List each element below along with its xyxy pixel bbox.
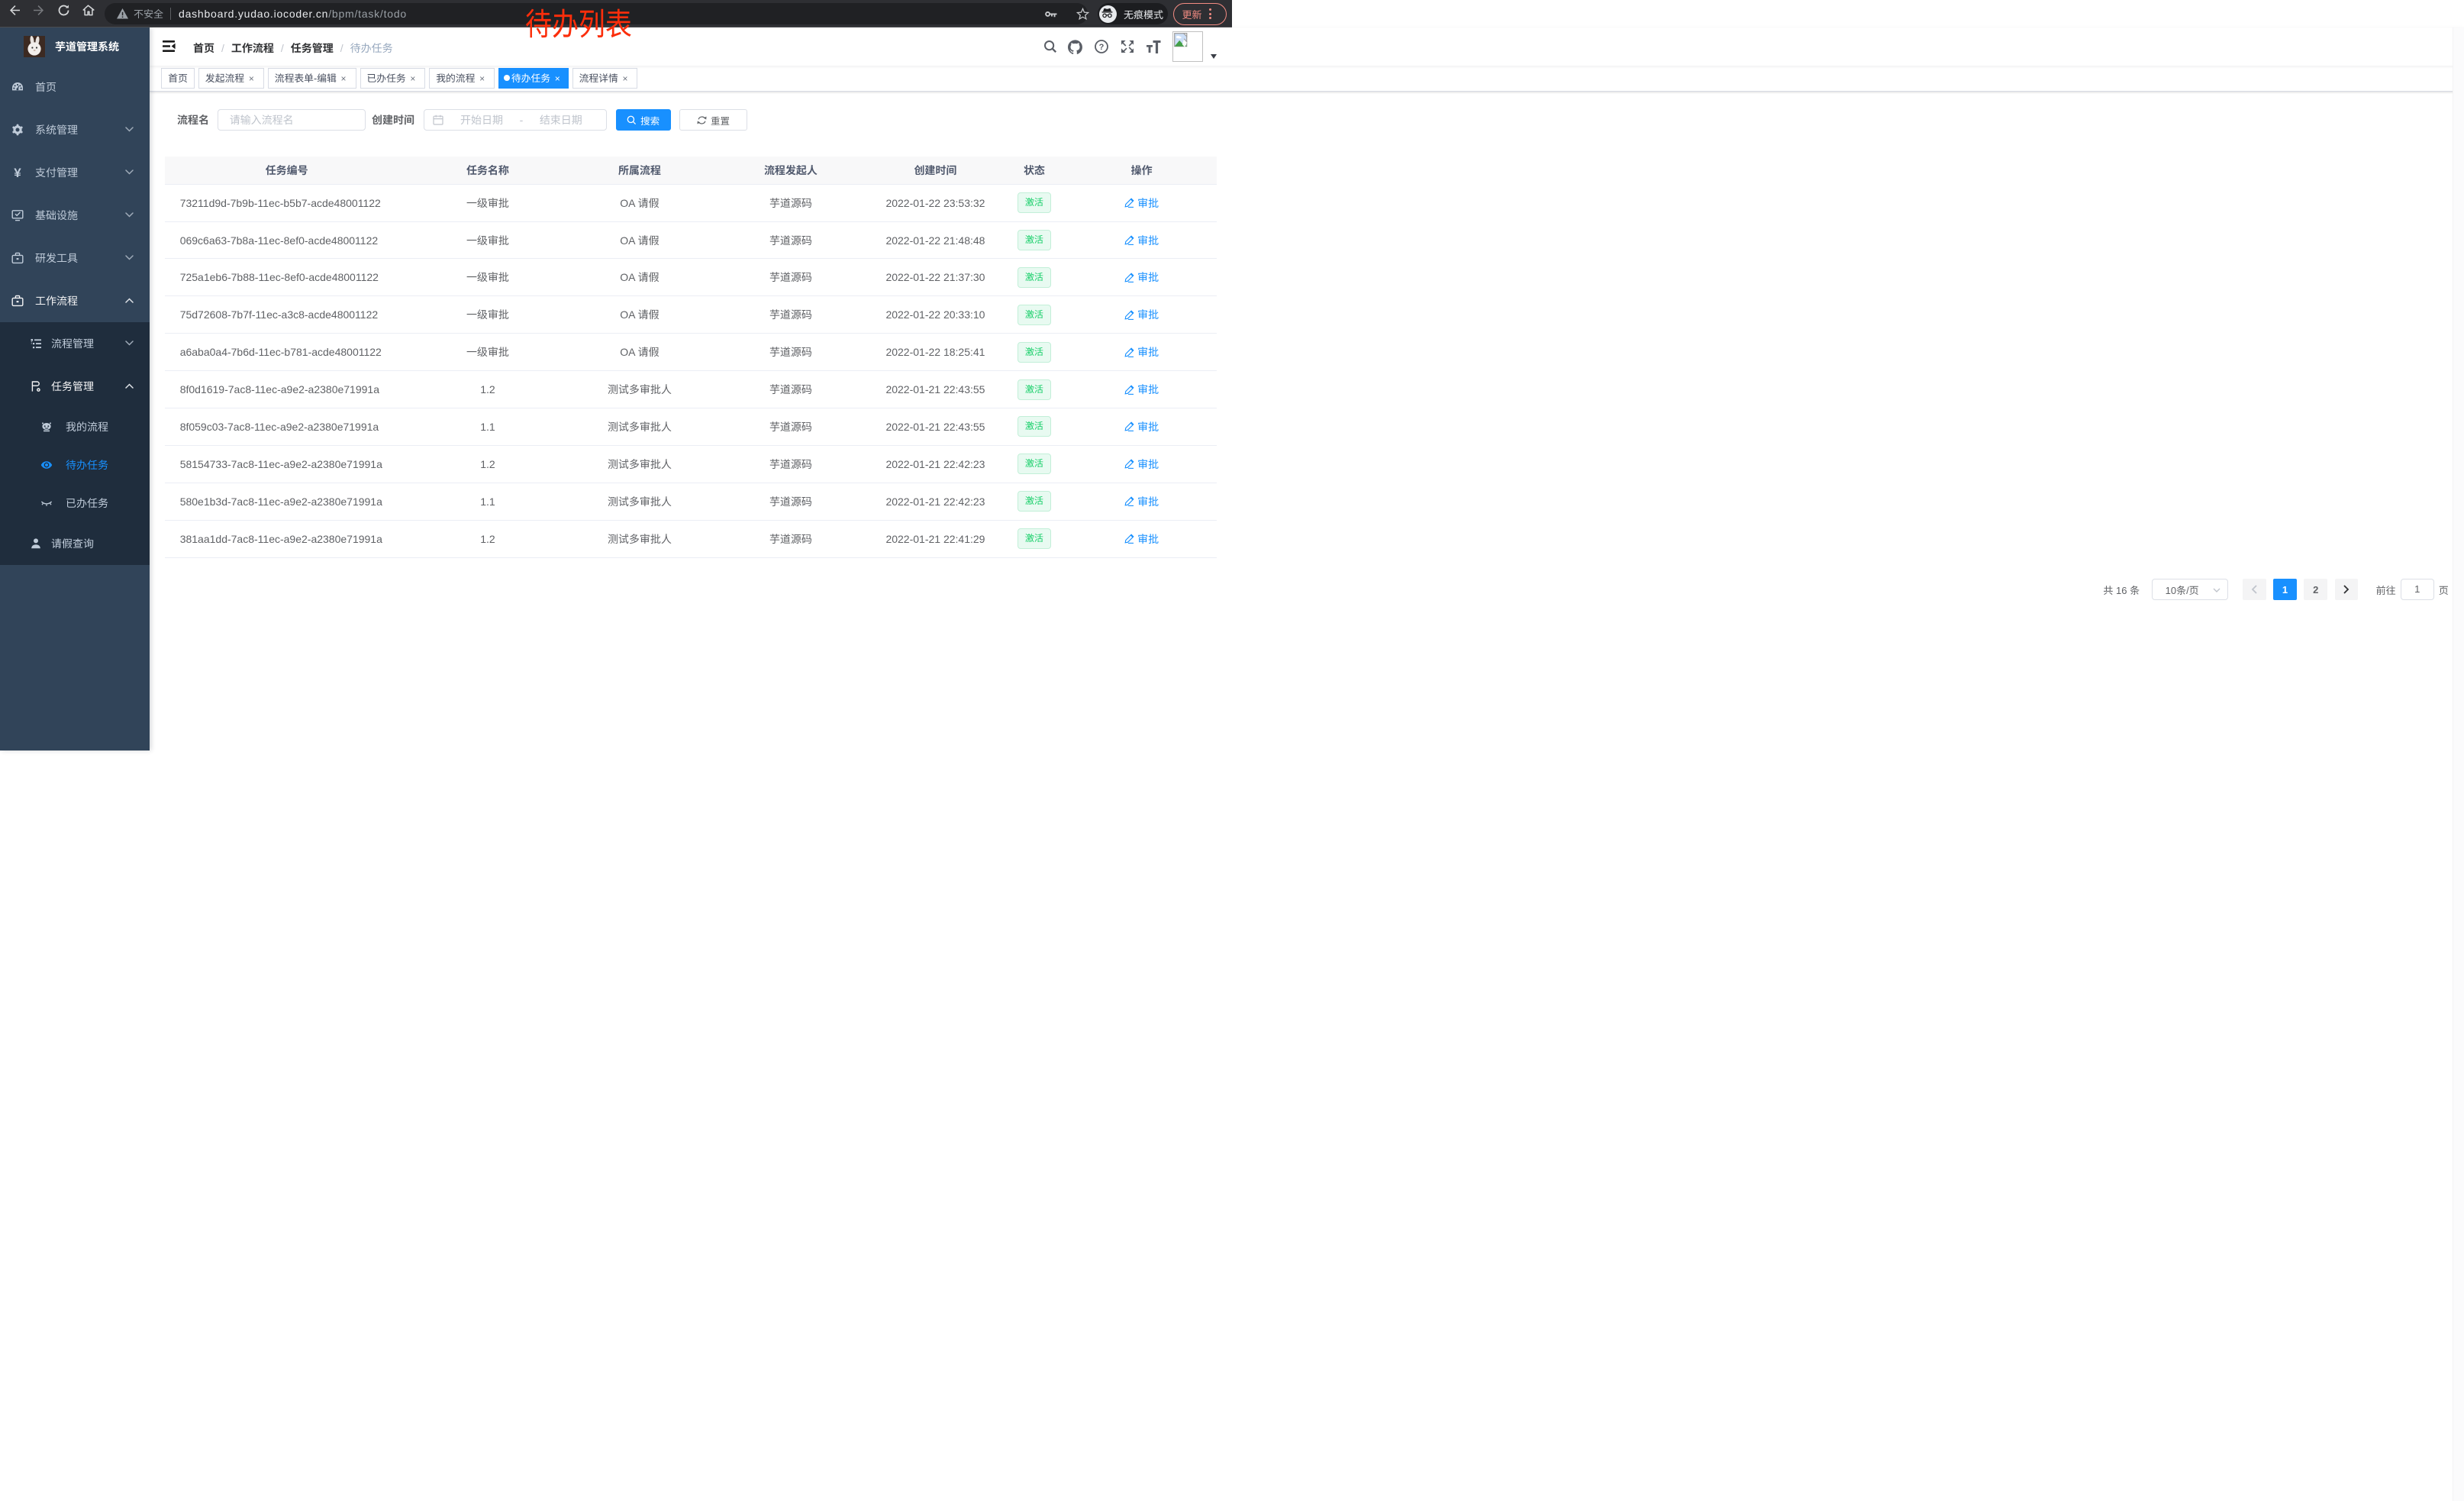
svg-text:?: ? (1098, 43, 1104, 52)
svg-text:¥: ¥ (14, 166, 21, 179)
